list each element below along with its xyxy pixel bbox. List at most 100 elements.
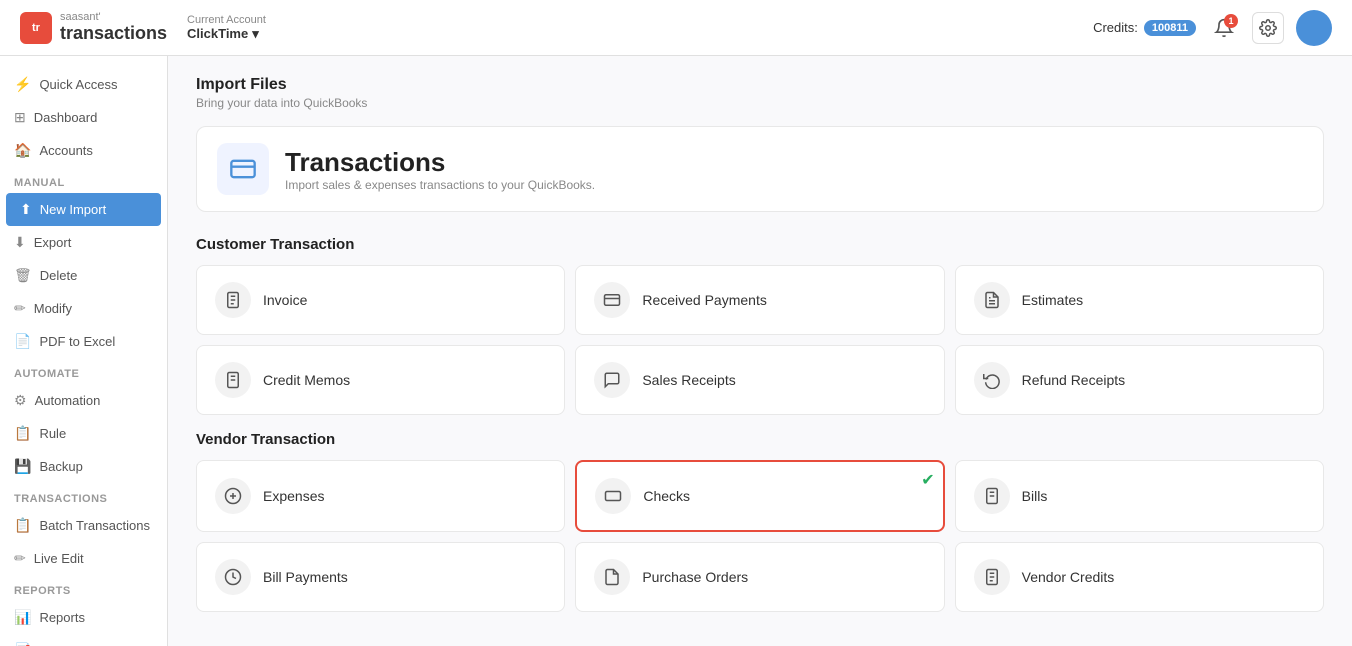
card-refund-receipts[interactable]: Refund Receipts [955, 345, 1324, 415]
upload-icon: ⬆ [20, 201, 32, 218]
card-vendor-credits[interactable]: Vendor Credits [955, 542, 1324, 612]
card-received-payments[interactable]: Received Payments [575, 265, 944, 335]
received-payments-label: Received Payments [642, 292, 767, 308]
vendor-credits-icon [974, 559, 1010, 595]
sidebar-item-live-edit[interactable]: ✏ Live Edit [0, 542, 167, 575]
bill-payments-label: Bill Payments [263, 569, 348, 585]
avatar[interactable] [1296, 10, 1332, 46]
sidebar-item-modify[interactable]: ✏ Modify [0, 292, 167, 325]
transactions-section-label: TRANSACTIONS [0, 483, 167, 509]
expenses-label: Expenses [263, 488, 324, 504]
sidebar-item-new-import[interactable]: ⬆ New Import [6, 193, 161, 226]
credits-label: Credits: [1093, 20, 1138, 35]
live-edit-icon: ✏ [14, 550, 26, 567]
sidebar: ⚡ Quick Access ⊞ Dashboard 🏠 Accounts MA… [0, 56, 168, 646]
vendor-section-title: Vendor Transaction [196, 431, 1324, 448]
sidebar-item-rule[interactable]: 📋 Rule [0, 417, 167, 450]
edit-icon: ✏ [14, 300, 26, 317]
reports-icon: 📊 [14, 609, 31, 626]
automation-icon: ⚙ [14, 392, 27, 409]
settings-button[interactable] [1252, 12, 1284, 44]
batch-icon: 📋 [14, 517, 31, 534]
expenses-icon [215, 478, 251, 514]
page-subtitle: Bring your data into QuickBooks [196, 96, 1324, 110]
bills-label: Bills [1022, 488, 1048, 504]
sidebar-label-modify: Modify [34, 301, 72, 316]
sidebar-label-rule: Rule [39, 426, 66, 441]
sidebar-item-pdf-to-excel[interactable]: 📄 PDF to Excel [0, 325, 167, 358]
card-bill-payments[interactable]: Bill Payments [196, 542, 565, 612]
home-icon: 🏠 [14, 142, 31, 159]
trash-icon: 🗑 [14, 267, 32, 284]
sidebar-item-delete[interactable]: 🗑 Delete [0, 259, 167, 292]
purchase-orders-icon [594, 559, 630, 595]
vendor-credits-label: Vendor Credits [1022, 569, 1115, 585]
card-expenses[interactable]: Expenses [196, 460, 565, 532]
header-left: tr saasant' transactions Current Account… [20, 11, 266, 44]
bills-icon [974, 478, 1010, 514]
checks-icon [595, 478, 631, 514]
current-account-label: Current Account [187, 14, 266, 26]
sidebar-item-reports[interactable]: 📊 Reports [0, 601, 167, 634]
received-payments-icon [594, 282, 630, 318]
dashboard-icon: ⊞ [14, 109, 26, 126]
bill-payments-icon [215, 559, 251, 595]
account-area: Current Account ClickTime ▾ [187, 14, 266, 42]
sidebar-item-quick-access[interactable]: ⚡ Quick Access [0, 68, 167, 101]
credit-memos-icon [215, 362, 251, 398]
card-bills[interactable]: Bills [955, 460, 1324, 532]
sidebar-item-batch-transactions[interactable]: 📋 Batch Transactions [0, 509, 167, 542]
page-title: Import Files [196, 76, 1324, 94]
sales-receipts-icon [594, 362, 630, 398]
customer-cards-row2: Credit Memos Sales Receipts Refund Recei… [196, 345, 1324, 415]
sidebar-label-automation: Automation [35, 393, 101, 408]
sidebar-label-backup: Backup [39, 459, 82, 474]
summary-icon: 📑 [14, 642, 31, 646]
credit-memos-label: Credit Memos [263, 372, 350, 388]
transactions-description: Import sales & expenses transactions to … [285, 178, 595, 192]
main-content: Import Files Bring your data into QuickB… [168, 56, 1352, 646]
card-purchase-orders[interactable]: Purchase Orders [575, 542, 944, 612]
card-sales-receipts[interactable]: Sales Receipts [575, 345, 944, 415]
transactions-title: Transactions [285, 147, 595, 178]
check-mark-icon: ✔ [921, 470, 934, 490]
account-selector[interactable]: ClickTime ▾ [187, 26, 266, 42]
file-icon: 📄 [14, 333, 31, 350]
sidebar-item-dashboard[interactable]: ⊞ Dashboard [0, 101, 167, 134]
reports-section-label: REPORTS [0, 575, 167, 601]
estimates-icon [974, 282, 1010, 318]
sidebar-label-accounts: Accounts [39, 143, 92, 158]
sidebar-label-live-edit: Live Edit [34, 551, 84, 566]
invoice-label: Invoice [263, 292, 307, 308]
customer-section: Customer Transaction Invoice Received Pa… [196, 236, 1324, 415]
zap-icon: ⚡ [14, 76, 31, 93]
sales-receipts-label: Sales Receipts [642, 372, 735, 388]
app-header: tr saasant' transactions Current Account… [0, 0, 1352, 56]
sidebar-item-account-summary[interactable]: 📑 Account Summary [0, 634, 167, 646]
vendor-section: Vendor Transaction Expenses Checks ✔ [196, 431, 1324, 612]
manual-section-label: MANUAL [0, 167, 167, 193]
transactions-icon-circle [217, 143, 269, 195]
logo-product: transactions [60, 23, 167, 44]
card-estimates[interactable]: Estimates [955, 265, 1324, 335]
logo-brand: saasant' [60, 11, 167, 23]
sidebar-item-export[interactable]: ⬇ Export [0, 226, 167, 259]
transactions-header-card: Transactions Import sales & expenses tra… [196, 126, 1324, 212]
notification-button[interactable]: 1 [1208, 12, 1240, 44]
refund-receipts-label: Refund Receipts [1022, 372, 1126, 388]
header-right: Credits: 100811 1 [1093, 10, 1332, 46]
card-credit-memos[interactable]: Credit Memos [196, 345, 565, 415]
checks-label: Checks [643, 488, 690, 504]
card-invoice[interactable]: Invoice [196, 265, 565, 335]
sidebar-label-delete: Delete [40, 268, 78, 283]
automate-section-label: AUTOMATE [0, 358, 167, 384]
backup-icon: 💾 [14, 458, 31, 475]
sidebar-item-backup[interactable]: 💾 Backup [0, 450, 167, 483]
sidebar-item-accounts[interactable]: 🏠 Accounts [0, 134, 167, 167]
customer-cards-row1: Invoice Received Payments Estimates [196, 265, 1324, 335]
sidebar-label-pdf-to-excel: PDF to Excel [39, 334, 115, 349]
sidebar-item-automation[interactable]: ⚙ Automation [0, 384, 167, 417]
rule-icon: 📋 [14, 425, 31, 442]
vendor-cards-row1: Expenses Checks ✔ Bills [196, 460, 1324, 532]
card-checks[interactable]: Checks ✔ [575, 460, 944, 532]
